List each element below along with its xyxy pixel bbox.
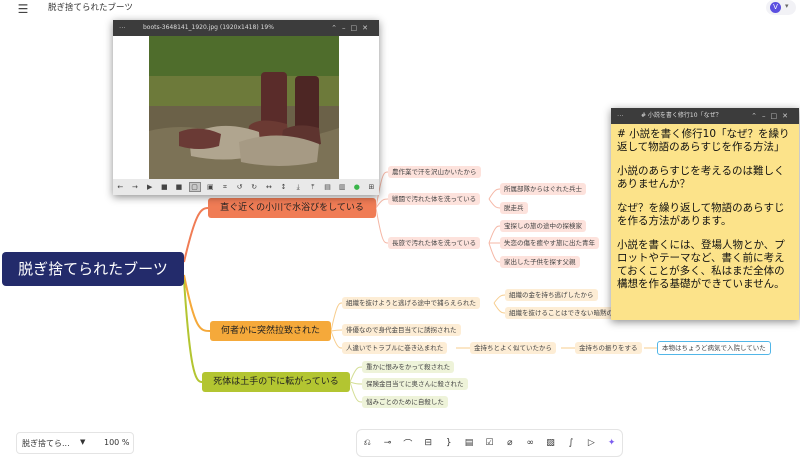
leaf-node-selected[interactable]: 本物はちょうど病気で入院していた bbox=[657, 341, 771, 355]
image-viewer-titlebar[interactable]: ··· boots-3648141_1920.jpg (1920x1418) 1… bbox=[113, 20, 379, 36]
window-controls[interactable]: ⌃–□✕ bbox=[331, 20, 373, 36]
branch-node-2[interactable]: 何者かに突然拉致された bbox=[210, 321, 331, 341]
note-paragraph: 小説を書くには、登場人物とか、プロットやテーマなど、書く前に考えておくことが多く… bbox=[617, 239, 785, 290]
branch-node-3[interactable]: 死体は土手の下に転がっている bbox=[202, 372, 350, 392]
flip-horizontal-icon[interactable]: ↔ bbox=[264, 183, 274, 191]
bottom-toolbar: ⎌ ⊸ ⌒ ⊟ } ▤ ☑ ⌀ ∞ ▨ ∫ ▷ ✦ bbox=[356, 429, 623, 457]
window-title: boots-3648141_1920.jpg (1920x1418) 19% bbox=[143, 24, 274, 31]
chevron-down-icon[interactable]: ▼ bbox=[80, 438, 85, 446]
leaf-node[interactable]: 農作業で汗を沢山かいたから bbox=[388, 166, 481, 178]
leaf-node[interactable]: 脱走兵 bbox=[500, 202, 528, 214]
link-icon[interactable]: ∞ bbox=[522, 438, 538, 448]
play-icon[interactable]: ▶ bbox=[145, 183, 155, 191]
leaf-node[interactable]: 重かに恨みをかって殺された bbox=[362, 361, 455, 373]
leaf-node[interactable]: 家出した子供を探す父親 bbox=[500, 256, 580, 268]
video-icon[interactable]: ▷ bbox=[583, 438, 599, 448]
leaf-node[interactable]: 金持ちとよく似ていたから bbox=[470, 342, 556, 354]
crop-icon[interactable]: ⌗ bbox=[220, 183, 230, 192]
stop-icon[interactable]: ■ bbox=[159, 183, 169, 191]
leaf-node[interactable]: 人違いでトラブルに巻き込まれた bbox=[342, 342, 448, 354]
rotate-left-icon[interactable]: ↺ bbox=[235, 183, 245, 191]
note-paragraph: # 小説を書く修行10「なぜ？を繰り返して物語のあらすじを作る方法」 bbox=[617, 128, 790, 153]
leaf-node[interactable]: 保険金目当てに奥さんに殺された bbox=[362, 378, 468, 390]
rotate-right-icon[interactable]: ↻ bbox=[249, 183, 259, 191]
add-child-icon[interactable]: ⊸ bbox=[380, 438, 396, 448]
attachment-icon[interactable]: ⌀ bbox=[502, 438, 518, 448]
window-title: # 小説を書く修行10「なぜ？ bbox=[641, 112, 722, 119]
summary-icon[interactable]: ⊟ bbox=[420, 438, 436, 448]
root-node[interactable]: 脱ぎ捨てられたブーツ bbox=[2, 252, 184, 286]
leaf-node[interactable]: 悩みごとのために自殺した bbox=[362, 396, 448, 408]
status-dot-icon[interactable]: ● bbox=[352, 183, 362, 191]
note-paragraph: なぜ？を繰り返して物語のあらすじを作る方法があります。 bbox=[617, 202, 785, 227]
arrow-right-icon[interactable]: → bbox=[130, 183, 140, 191]
download-icon[interactable]: ⤓ bbox=[293, 183, 303, 192]
map-name-dropdown[interactable]: 脱ぎ捨てら... bbox=[22, 438, 70, 449]
note-window-titlebar[interactable]: ··· # 小説を書く修行10「なぜ？ ⌃–□✕ bbox=[611, 108, 799, 124]
image-viewer-window[interactable]: ··· boots-3648141_1920.jpg (1920x1418) 1… bbox=[113, 20, 379, 195]
window-menu-icon[interactable]: ··· bbox=[119, 20, 126, 36]
image-viewer-toolbar: ← → ▶ ■ ■ ▢ ▣ ⌗ ↺ ↻ ↔ ↕ ⤓ ⤒ ▤ ▥ ● ⊞ bbox=[113, 179, 379, 195]
arrow-left-icon[interactable]: ← bbox=[115, 183, 125, 191]
note-body[interactable]: # 小説を書く修行10「なぜ？を繰り返して物語のあらすじを作る方法」 小説のあら… bbox=[611, 124, 799, 320]
leaf-node[interactable]: 金持ちの振りをする bbox=[575, 342, 642, 354]
stop-icon[interactable]: ■ bbox=[174, 183, 184, 191]
zoom-level[interactable]: 100 % bbox=[104, 438, 129, 447]
window-controls[interactable]: ⌃–□✕ bbox=[751, 108, 793, 124]
leaf-node[interactable]: 失恋の傷を癒やす旅に出た青年 bbox=[500, 237, 599, 249]
relationship-icon[interactable]: ⌒ bbox=[400, 437, 416, 450]
leaf-node[interactable]: 宝探しの旅の途中の探検家 bbox=[500, 220, 586, 232]
ai-sparkle-icon[interactable]: ✦ bbox=[604, 438, 620, 448]
note-icon[interactable]: ▤ bbox=[461, 438, 477, 448]
leaf-node[interactable]: 俳優なので身代金目当てに誘拐された bbox=[342, 324, 461, 336]
select-icon[interactable]: ▢ bbox=[188, 182, 201, 192]
boots-photo bbox=[149, 36, 339, 179]
flip-vertical-icon[interactable]: ↕ bbox=[279, 183, 289, 191]
leaf-node[interactable]: 組織を抜けようと逃げる途中で捕らえられた bbox=[342, 297, 480, 309]
leaf-node[interactable]: 組織の金を持ち逃げしたから bbox=[505, 289, 598, 301]
note-window[interactable]: ··· # 小説を書く修行10「なぜ？ ⌃–□✕ # 小説を書く修行10「なぜ？… bbox=[611, 108, 799, 320]
formula-icon[interactable]: ∫ bbox=[563, 438, 579, 448]
boundary-icon[interactable]: } bbox=[441, 438, 457, 448]
window-menu-icon[interactable]: ··· bbox=[617, 108, 624, 124]
leaf-node[interactable]: 長旅で汚れた体を洗っている bbox=[388, 237, 481, 249]
grid-icon[interactable]: ⊞ bbox=[366, 183, 376, 191]
delete-icon[interactable]: ▥ bbox=[337, 183, 347, 191]
upload-icon[interactable]: ⤒ bbox=[308, 183, 318, 192]
image-icon[interactable]: ▨ bbox=[543, 438, 559, 448]
note-paragraph: 小説のあらすじを考えるのは難しくありませんか？ bbox=[617, 165, 785, 190]
leaf-node[interactable]: 所属部隊からはぐれた兵士 bbox=[500, 183, 586, 195]
leaf-node[interactable]: 戦闘で汚れた体を洗っている bbox=[388, 193, 481, 205]
save-icon[interactable]: ▤ bbox=[323, 183, 333, 191]
branch-node-1[interactable]: 直ぐ近くの小川で水浴びをしている bbox=[208, 198, 376, 218]
undo-icon[interactable]: ⎌ bbox=[359, 438, 375, 448]
task-icon[interactable]: ☑ bbox=[481, 438, 497, 448]
fit-icon[interactable]: ▣ bbox=[205, 183, 215, 191]
